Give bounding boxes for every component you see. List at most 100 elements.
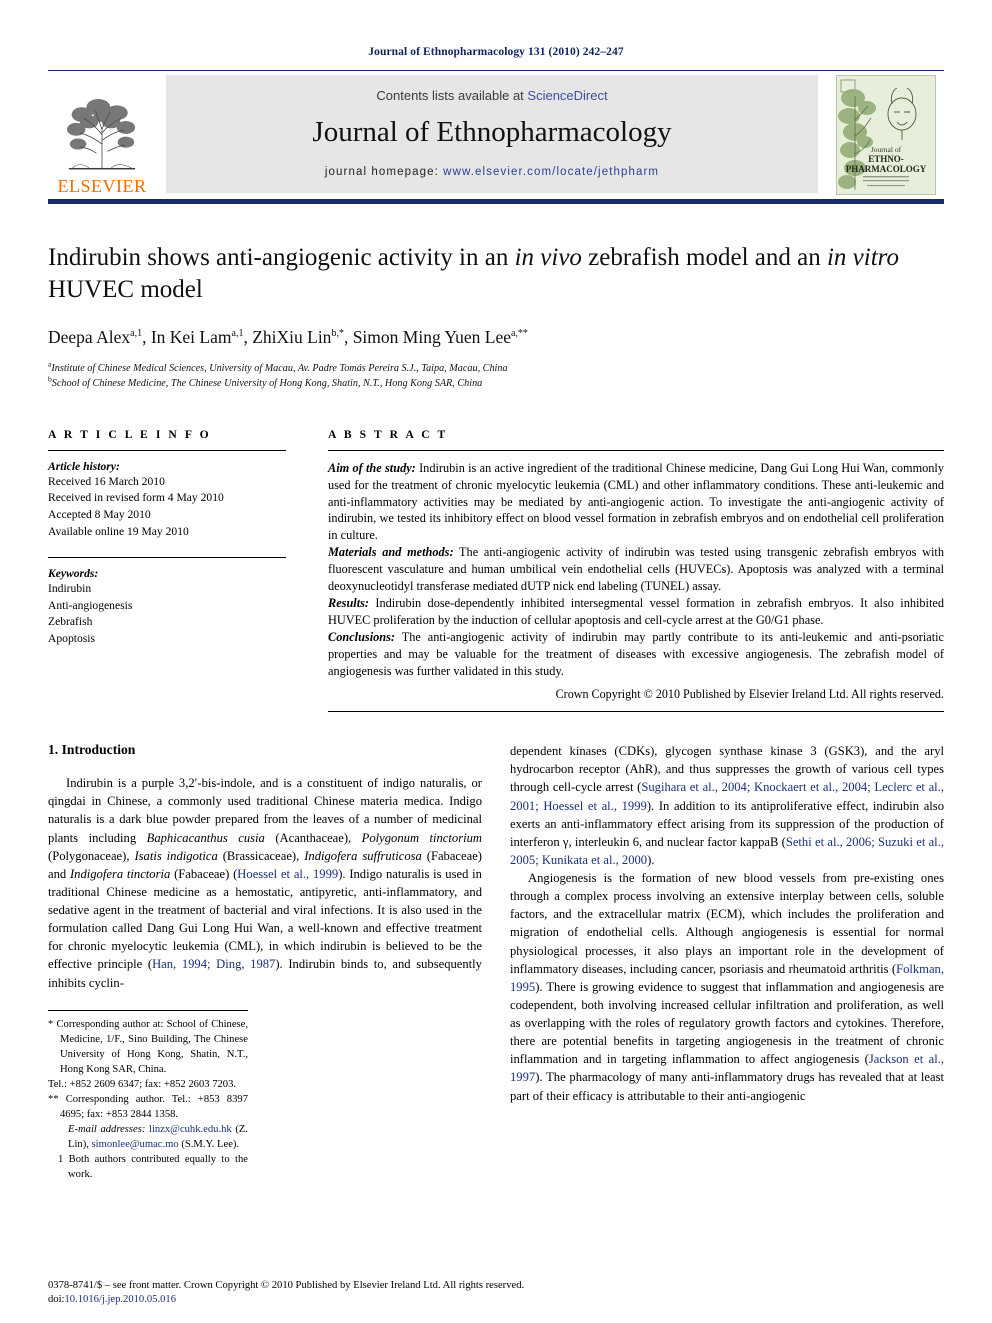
email-addresses-label: E-mail addresses: [68,1123,146,1135]
journal-article-page: Journal of Ethnopharmacology 131 (2010) … [0,0,992,1323]
title-italic-in-vitro: in vitro [826,244,899,271]
abstract-section-text: Indirubin dose-dependently inhibited int… [328,596,944,628]
elsevier-tree-icon [67,98,136,170]
article-info-column: A R T I C L E I N F O Article history: R… [48,428,286,713]
keyword-item: Indirubin [48,581,92,595]
journal-cover-thumbnail[interactable]: Journal of ETHNO- PHARMACOLOGY [828,73,944,197]
journal-homepage-line: journal homepage: www.elsevier.com/locat… [325,166,659,178]
affiliation-item: aInstitute of Chinese Medical Sciences, … [48,360,944,377]
homepage-prefix-text: journal homepage: [324,166,444,179]
title-italic-in-vivo: in vivo [514,244,582,271]
abstract-section-text: The anti-angiogenic activity of indirubi… [328,630,944,679]
author-affiliation-mark: b,* [331,328,344,340]
abstract-section-label: Conclusions: [328,630,395,645]
author-entry[interactable]: Deepa Alexa,1 [48,327,142,347]
footnote-text: Both authors contributed equally to the … [63,1153,248,1180]
title-block: Indirubin shows anti-angiogenic activity… [48,242,944,392]
svg-text:Journal of: Journal of [871,145,902,154]
footnote-item: 1 Both authors contributed equally to th… [48,1152,248,1182]
footnote-email-item: E-mail addresses: linzx@cuhk.edu.hk (Z. … [48,1122,248,1152]
running-head: Journal of Ethnopharmacology 131 (2010) … [368,46,624,58]
affiliation-item: bSchool of Chinese Medicine, The Chinese… [48,375,944,392]
svg-text:PHARMACOLOGY: PHARMACOLOGY [846,164,927,174]
affiliation-text: Institute of Chinese Medical Sciences, U… [51,363,508,374]
article-info-rule-top [48,449,286,451]
author-separator: , [243,327,253,347]
abstract-paragraph: Aim of the study: Indirubin is an active… [328,460,944,545]
abstract-section-label: Aim of the study: [328,460,416,475]
abstract-heading: A B S T R A C T [328,427,448,441]
abstract-paragraph: Materials and methods: The anti-angiogen… [328,544,944,595]
abstract-paragraph: Conclusions: The anti-angiogenic activit… [328,629,944,680]
author-separator: , [343,327,353,347]
journal-cover-image: Journal of ETHNO- PHARMACOLOGY [836,75,936,195]
footnote-text: Tel.: +852 2609 6347; fax: +852 2603 720… [48,1078,237,1090]
species-name: Indigofera tinctoria [69,866,171,881]
keyword-item: Anti-angiogenesis [48,598,133,612]
body-run: ). The pharmacology of many anti-inflamm… [510,1070,944,1103]
body-paragraph: dependent kinases (CDKs), glycogen synth… [510,742,944,869]
body-paragraph: Indirubin is a purple 3,2′-bis-indole, a… [48,774,482,992]
sciencedirect-link[interactable]: ScienceDirect [527,88,607,103]
introduction-right-text: dependent kinases (CDKs), glycogen synth… [510,742,944,1105]
footnote-mark: ** [48,1093,59,1105]
history-item: Received in revised form 4 May 2010 [48,491,224,505]
page-footer: 0378-8741/$ – see front matter. Crown Co… [48,1278,944,1305]
author-name: In Kei Lam [150,327,232,347]
body-run: (Brassicaceae), [217,848,305,863]
citation-link[interactable]: Hoessel et al., 1999 [237,867,338,881]
footnote-text: Corresponding author at: School of Chine… [53,1018,248,1075]
email-link-lee[interactable]: simonlee@umac.mo [92,1139,179,1150]
abstract-section-label: Results: [328,596,369,611]
author-entry[interactable]: Simon Ming Yuen Leea,** [353,327,528,347]
article-history-label: Article history: [48,459,120,473]
article-title: Indirubin shows anti-angiogenic activity… [48,242,938,305]
title-segment-2: zebrafish model and an [581,244,827,271]
author-name: Deepa Alex [48,327,131,347]
body-paragraph: Angiogenesis is the formation of new blo… [510,869,944,1105]
introduction-heading: 1. Introduction [48,742,136,758]
title-segment-1: Indirubin shows anti-angiogenic activity… [48,244,515,271]
introduction-left-text: Indirubin is a purple 3,2′-bis-indole, a… [48,774,482,992]
svg-text:ETHNO-: ETHNO- [868,154,904,164]
masthead-bottom-rule [48,199,944,204]
doi-prefix: doi: [48,1294,65,1305]
body-run: (Fabaceae) ( [170,866,238,881]
author-name: Simon Ming Yuen Lee [352,327,511,347]
masthead-top-rule [48,70,944,71]
abstract-rule-top [328,449,944,451]
species-name: Baphicacanthus cusia [146,830,265,845]
abstract-column: A B S T R A C T Aim of the study: Indiru… [328,428,944,713]
author-list: Deepa Alexa,1, In Kei Lama,1, ZhiXiu Lin… [48,327,944,348]
body-run: Angiogenesis is the formation of new blo… [510,871,944,976]
email-owner-lee: (S.M.Y. Lee). [178,1138,240,1150]
species-name: Polygonum tinctorium [361,830,482,845]
elsevier-wordmark: ELSEVIER [57,176,147,196]
abstract-rule-bottom [328,711,944,713]
author-separator: , [142,327,151,347]
body-column-left: 1. Introduction Indirubin is a purple 3,… [48,742,482,1182]
footnote-item: Tel.: +852 2609 6347; fax: +852 2603 720… [48,1077,248,1092]
body-run: ). [647,852,655,867]
keyword-item: Zebrafish [48,615,93,629]
info-and-abstract-region: A R T I C L E I N F O Article history: R… [48,428,944,713]
history-item: Available online 19 May 2010 [48,524,189,538]
article-body: 1. Introduction Indirubin is a purple 3,… [48,742,944,1182]
author-entry[interactable]: In Kei Lama,1 [151,327,244,347]
doi-link[interactable]: 10.1016/j.jep.2010.05.016 [64,1294,176,1305]
author-affiliation-mark: a,1 [231,328,244,340]
footer-issn-line: 0378-8741/$ – see front matter. Crown Co… [48,1280,525,1292]
author-affiliation-mark: a,** [510,328,528,340]
citation-link[interactable]: Han, 1994; Ding, 1987 [152,957,275,971]
elsevier-logo: ELSEVIER [48,73,156,197]
body-run: ). Indigo naturalis is used in tradition… [48,866,482,972]
article-history-list: Received 16 March 2010 Received in revis… [48,474,286,541]
abstract-copyright: Crown Copyright © 2010 Published by Else… [555,687,944,702]
keyword-item: Apoptosis [48,632,96,646]
author-affiliation-mark: a,1 [130,328,143,340]
journal-homepage-link[interactable]: www.elsevier.com/locate/jethpharm [443,166,659,178]
footnote-item: ** Corresponding author. Tel.: +853 8397… [48,1092,248,1122]
email-link-lin[interactable]: linzx@cuhk.edu.hk [149,1124,232,1135]
author-entry[interactable]: ZhiXiu Linb,* [252,327,344,347]
article-info-rule-mid [48,556,286,558]
